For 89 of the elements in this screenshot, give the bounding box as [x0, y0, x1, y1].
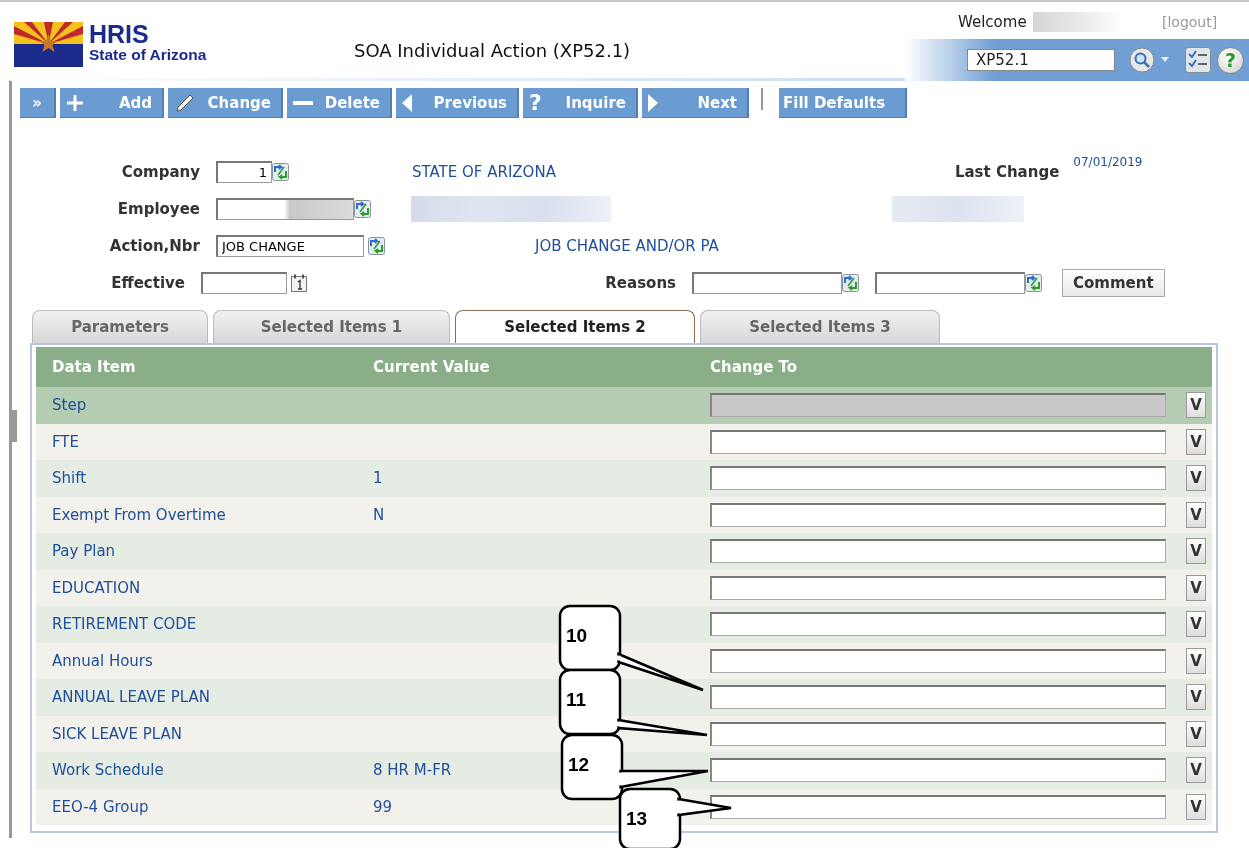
value-list-button[interactable]: V: [1186, 428, 1206, 455]
change-to-field[interactable]: [710, 539, 1166, 564]
data-item-cell: EDUCATION: [52, 578, 141, 597]
value-list-button[interactable]: V: [1186, 684, 1206, 711]
tab[interactable]: Selected Items 1: [213, 310, 450, 343]
value-list-button[interactable]: V: [1186, 793, 1206, 820]
comment-button[interactable]: Comment: [1062, 268, 1165, 297]
panel-handle[interactable]: [9, 410, 17, 442]
change-to-field[interactable]: [710, 429, 1166, 454]
field-label: Effective: [110, 273, 186, 292]
change-to-field[interactable]: [710, 466, 1166, 491]
change-to-field[interactable]: [710, 648, 1166, 673]
field-label: Company: [120, 162, 201, 181]
checklist-icon[interactable]: [1185, 47, 1211, 73]
change-to-field[interactable]: [710, 575, 1166, 600]
calendar-icon[interactable]: [291, 273, 307, 292]
company-field[interactable]: 1: [216, 160, 272, 183]
current-value-cell: 8 HR M-FR: [373, 761, 452, 780]
caret-icon[interactable]: [1161, 57, 1169, 63]
lookup-icon[interactable]: [272, 162, 289, 181]
lookup-icon[interactable]: [842, 273, 859, 292]
data-item-cell: RETIREMENT CODE: [52, 615, 197, 634]
column-header: Data Item: [52, 358, 136, 376]
left-triangle-icon: [402, 93, 412, 112]
table-row[interactable]: FTE V: [36, 423, 1212, 460]
field-label: Last Change: [954, 162, 1061, 181]
data-item-cell: SICK LEAVE PLAN: [52, 724, 182, 743]
data-item-cell: Exempt From Overtime: [52, 505, 226, 524]
callout: 11: [558, 668, 709, 737]
tab[interactable]: Selected Items 3: [700, 310, 940, 343]
change-to-field[interactable]: [710, 612, 1166, 637]
current-value-cell: 1: [373, 469, 383, 488]
last-change-date: 07/01/2019: [1073, 155, 1143, 169]
change-to-field[interactable]: [710, 502, 1166, 527]
value-list-button[interactable]: V: [1186, 647, 1206, 674]
right-triangle-icon: [648, 93, 658, 112]
screen-search-field[interactable]: XP52.1: [967, 49, 1115, 71]
value-list-button[interactable]: V: [1186, 465, 1206, 492]
lookup-icon[interactable]: [1025, 273, 1042, 292]
data-item-cell: FTE: [52, 432, 79, 451]
table-row[interactable]: Shift 1 V: [36, 460, 1212, 497]
table-row[interactable]: EDUCATION V: [36, 569, 1212, 606]
callout: 10: [558, 604, 705, 692]
value-list-button[interactable]: V: [1186, 757, 1206, 784]
value-list-button[interactable]: V: [1186, 501, 1206, 528]
callout: 12: [560, 733, 710, 801]
column-header: Current Value: [373, 358, 490, 376]
value-list-button[interactable]: V: [1186, 611, 1206, 638]
table-row[interactable]: Pay Plan V: [36, 533, 1212, 570]
action-description: JOB CHANGE AND/OR PA: [535, 236, 719, 255]
value-list-button[interactable]: V: [1186, 720, 1206, 747]
plus-icon: [66, 93, 84, 112]
question-icon: ?: [529, 90, 542, 115]
welcome-text: Welcome: [958, 13, 1027, 31]
page-title: SOA Individual Action (XP52.1): [354, 40, 631, 61]
effective-date-field[interactable]: [201, 271, 287, 294]
data-item-cell: Pay Plan: [52, 542, 116, 561]
value-list-button[interactable]: V: [1186, 574, 1206, 601]
company-name: STATE OF ARIZONA: [412, 162, 556, 181]
field-label: Employee: [116, 199, 201, 218]
callout: 13: [618, 787, 733, 848]
employee-field[interactable]: [216, 197, 354, 220]
data-item-cell: Annual Hours: [52, 651, 153, 670]
reason-field[interactable]: [692, 271, 842, 294]
value-list-button[interactable]: V: [1186, 538, 1206, 565]
search-icon[interactable]: [1129, 47, 1155, 73]
reason-field[interactable]: [875, 271, 1025, 294]
data-item-cell: Step: [52, 396, 87, 415]
field-label: Action,Nbr: [108, 236, 201, 255]
lookup-icon[interactable]: [368, 236, 385, 255]
pencil-icon: [174, 92, 196, 113]
tab[interactable]: Selected Items 2: [455, 310, 695, 343]
table-row[interactable]: Exempt From Overtime N V: [36, 496, 1212, 533]
logo-title: HRIS: [89, 22, 150, 47]
flag-logo-icon: [14, 22, 83, 67]
current-value-cell: 99: [373, 797, 393, 816]
data-item-cell: ANNUAL LEAVE PLAN: [52, 688, 210, 707]
action-field[interactable]: JOB CHANGE: [216, 234, 364, 257]
minus-icon: [293, 100, 313, 105]
logo-subtitle: State of Arizona: [89, 47, 207, 63]
data-item-cell: Work Schedule: [52, 761, 164, 780]
tab[interactable]: Parameters: [32, 310, 208, 343]
data-item-cell: EEO-4 Group: [52, 797, 149, 816]
current-value-cell: N: [373, 505, 385, 524]
column-header: Change To: [710, 358, 798, 376]
data-item-cell: Shift: [52, 469, 87, 488]
lookup-icon[interactable]: [354, 199, 371, 218]
change-to-field[interactable]: [710, 685, 1166, 710]
field-label: Reasons: [604, 273, 677, 292]
